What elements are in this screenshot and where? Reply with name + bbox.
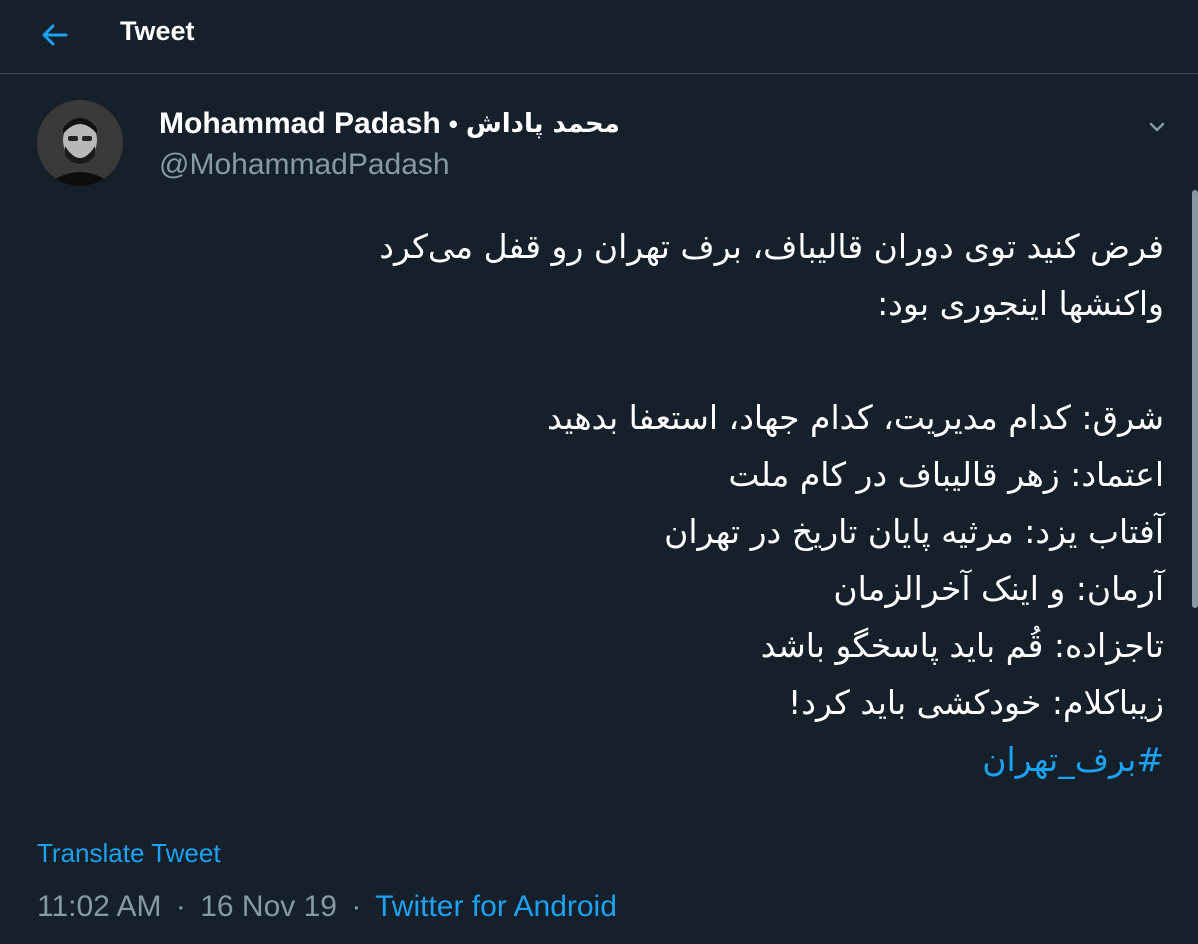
author-display-name[interactable]: Mohammad Padash	[159, 107, 441, 141]
more-options-button[interactable]	[1143, 113, 1171, 141]
tweet-time[interactable]: 11:02 AM	[37, 890, 162, 923]
back-button[interactable]	[30, 12, 78, 58]
tweet-date[interactable]: 16 Nov 19	[200, 890, 337, 923]
tweet-line: شرق: کدام مدیریت، کدام جهاد، استعفا بدهی…	[546, 398, 1164, 437]
back-arrow-icon	[42, 24, 68, 46]
tweet-source-link[interactable]: Twitter for Android	[375, 890, 617, 923]
tweet-line: تاجزاده: قُم باید پاسخگو باشد	[760, 626, 1164, 665]
author-persian-name[interactable]: محمد پاداش	[466, 109, 620, 139]
name-separator: •	[448, 108, 458, 139]
author-handle[interactable]: @MohammadPadash	[159, 148, 450, 182]
tweet-line	[124, 332, 1164, 389]
meta-dot: ·	[351, 890, 362, 923]
meta-dot: ·	[175, 890, 186, 923]
avatar[interactable]	[37, 100, 123, 186]
tweet-line: فرض کنید توی دوران قالیباف، برف تهران رو…	[379, 227, 1164, 266]
page-title: Tweet	[120, 16, 195, 46]
tweet-line: زیباکلام: خودکشی باید کرد!	[788, 683, 1164, 722]
translate-tweet-link[interactable]: Translate Tweet	[37, 838, 221, 869]
tweet-line: اعتماد: زهر قالیباف در کام ملت	[728, 455, 1164, 494]
tweet-line: آفتاب یزد: مرثیه پایان تاریخ در تهران	[664, 512, 1164, 551]
scrollbar[interactable]	[1192, 190, 1198, 608]
avatar-photo	[37, 100, 123, 186]
tweet-line: آرمان: و اینک آخرالزمان	[833, 569, 1164, 608]
top-bar: Tweet	[0, 0, 1198, 74]
tweet-line: واکنشها اینجوری بود:	[877, 284, 1164, 323]
chevron-down-icon	[1149, 122, 1165, 132]
hashtag-link[interactable]: #برف_تهران	[982, 740, 1164, 779]
tweet-meta: 11:02 AM · 16 Nov 19 · Twitter for Andro…	[37, 890, 617, 924]
author-name-row[interactable]: Mohammad Padash • محمد پاداش	[159, 104, 620, 144]
tweet-text: فرض کنید توی دوران قالیباف، برف تهران رو…	[124, 218, 1164, 788]
